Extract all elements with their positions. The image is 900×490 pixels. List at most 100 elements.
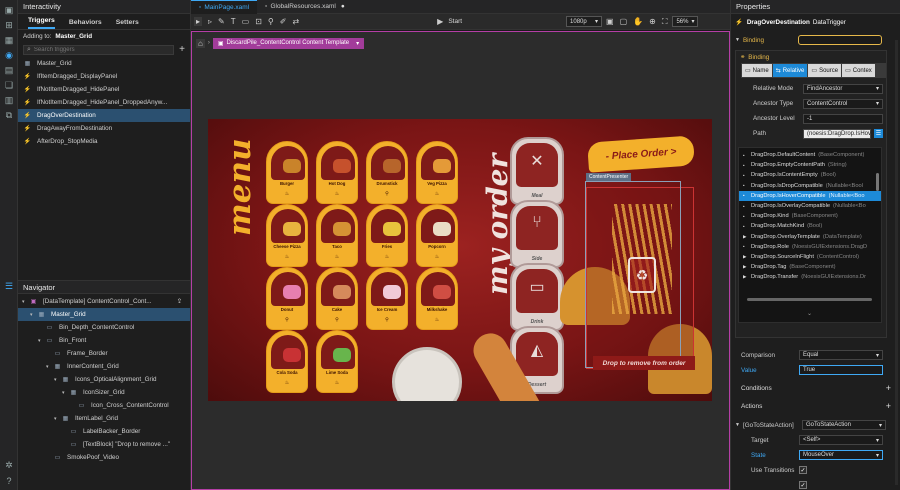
gradient-tool-icon[interactable]: ⇄ (292, 17, 299, 26)
order-tile[interactable]: ✕ Meal (510, 137, 564, 205)
tab-setters[interactable]: Setters (116, 19, 139, 29)
layers-icon[interactable]: ▥ (0, 93, 18, 108)
play-icon[interactable]: ▶ (437, 17, 443, 26)
menu-tile[interactable]: Cake ⚲ (316, 267, 358, 330)
menu-tile[interactable]: Taco ♨ (316, 204, 358, 267)
bug-icon[interactable]: ✲ (0, 458, 18, 473)
menu-tile[interactable]: Drumstick ⚲ (366, 141, 408, 204)
expand-icon[interactable]: ▾ (54, 416, 61, 422)
property-item[interactable]: ▶ DragDrop.SourceInFlight (ContentControl) (739, 252, 881, 262)
navigator-item[interactable]: ▾ ▦ ItemLabel_Grid (18, 412, 190, 425)
property-item[interactable]: • DragDrop.IsHoverCompatible (Nullable<Boo (739, 190, 881, 201)
menu-tile[interactable]: Cheese Pizza ♨ (266, 204, 308, 267)
trigger-item[interactable]: ⚡ IfNotItemDragged_HidePanel (18, 83, 190, 96)
order-tile[interactable]: ▭ Drink (510, 263, 564, 331)
property-item[interactable]: • DragDrop.EmptyContentPath (String) (739, 160, 881, 170)
tab-source[interactable]: ▭ Source (808, 64, 842, 77)
second-checkbox[interactable]: ✓ (799, 481, 807, 489)
pan-hand-icon[interactable]: ✋ (633, 17, 643, 26)
menu-tile[interactable]: Cola Soda ♨ (266, 330, 308, 393)
trigger-item[interactable]: ⚡ IfItemDragged_DisplayPanel (18, 70, 190, 83)
expand-icon[interactable]: ▾ (30, 312, 37, 318)
menu-tile[interactable]: Hot Dog ♨ (316, 141, 358, 204)
screen-icon[interactable]: ▣ (0, 3, 18, 18)
add-trigger-icon[interactable]: + (179, 44, 185, 55)
tab-context[interactable]: ▭ Contex (842, 64, 875, 77)
property-item[interactable]: • DragDrop.Kind (BaseComponent) (739, 211, 881, 221)
interactivity-icon[interactable]: ◉ (0, 48, 18, 63)
menu-tile[interactable]: Milkshake ♨ (416, 267, 458, 330)
properties-scrollbar[interactable] (895, 40, 898, 485)
property-item[interactable]: • DragDrop.DefaultContent (BaseComponent) (739, 150, 881, 160)
navigator-item[interactable]: ▾ ▦ IconSizer_Grid (18, 386, 190, 399)
navigator-item[interactable]: ▾ ▭ Bin_Front (18, 334, 190, 347)
menu-tile[interactable]: Donut ⚲ (266, 267, 308, 330)
property-item[interactable]: • DragDrop.IsContentEmpty (Bool) (739, 170, 881, 180)
start-button[interactable]: Start (448, 18, 462, 25)
rect-tool-icon[interactable]: ▭ (242, 17, 250, 26)
binding-value-box[interactable] (798, 35, 882, 45)
chevron-down-icon[interactable]: ▼ (735, 422, 740, 428)
grid-icon[interactable]: ▦ (0, 33, 18, 48)
trigger-item[interactable]: ⚡ IfNotItemDragged_HidePanel_DroppedAnyw.… (18, 96, 190, 109)
eyedropper-icon[interactable]: ✐ (280, 17, 287, 26)
navigator-item[interactable]: ▾ ▦ Icons_OpticalAlignment_Grid (18, 373, 190, 386)
menu-tile[interactable]: Popcorn ♨ (416, 204, 458, 267)
chevron-down-icon[interactable]: ⌄ (807, 310, 812, 317)
comparison-select[interactable]: Equal ▾ (799, 350, 883, 360)
navigator-icon[interactable]: ☰ (0, 279, 18, 294)
transform-tool-icon[interactable]: ⊡ (255, 17, 262, 26)
content-presenter-selection[interactable] (585, 181, 681, 368)
trigger-item[interactable]: ▦ Master_Grid (18, 57, 190, 70)
path-input[interactable]: (noesis:DragDrop.IsHove (803, 128, 874, 139)
paint-tool-icon[interactable]: ⚲ (268, 17, 274, 26)
field-input[interactable]: ContentControl ▾ (803, 98, 883, 109)
expand-icon[interactable]: ▾ (54, 377, 61, 383)
navigator-item[interactable]: ▭ LabelBacker_Border (18, 425, 190, 438)
menu-tile[interactable]: Burger ♨ (266, 141, 308, 204)
preview-icon[interactable]: ▢ (620, 17, 628, 26)
help-icon[interactable]: ? (0, 473, 18, 488)
text-tool-icon[interactable]: T (231, 17, 236, 26)
trigger-item[interactable]: ⚡ DragOverDestination (18, 109, 190, 122)
property-item[interactable]: • DragDrop.MatchKind (Bool) (739, 221, 881, 231)
expand-icon[interactable]: ▾ (22, 299, 29, 305)
add-action-icon[interactable]: + (886, 401, 891, 411)
zoom-select[interactable]: 56% ▾ (672, 16, 699, 27)
export-icon[interactable]: ⇪ (177, 298, 182, 305)
home-icon[interactable]: ⌂ (196, 38, 205, 48)
add-condition-icon[interactable]: + (886, 383, 891, 393)
navigator-item[interactable]: ▭ Icon_Cross_ContentControl (18, 399, 190, 412)
use-transitions-checkbox[interactable]: ✓ (799, 466, 807, 474)
scrollbar-thumb[interactable] (876, 173, 879, 191)
pen-tool-icon[interactable]: ✎ (218, 17, 225, 26)
property-item[interactable]: ▶ DragDrop.Tag (BaseComponent) (739, 262, 881, 272)
value-input[interactable]: True (799, 365, 883, 375)
menu-tile[interactable]: Fries ♨ (366, 204, 408, 267)
navigator-item[interactable]: ▭ [TextBlock] "Drop to remove ..." (18, 438, 190, 451)
search-triggers-input[interactable] (33, 46, 144, 53)
direct-select-icon[interactable]: ▹ (208, 17, 212, 26)
trigger-item[interactable]: ⚡ DragAwayFromDestination (18, 122, 190, 135)
tab-triggers[interactable]: Triggers (28, 17, 55, 29)
horizontal-scrollbar[interactable] (747, 298, 872, 301)
navigator-item[interactable]: ▾ ▦ Master_Grid (18, 308, 190, 321)
design-canvas[interactable]: ⌂ › ▣ DiscardPile_ContentControl Content… (191, 31, 730, 490)
property-item[interactable]: • DragDrop.Role (NoesisGUIExtensions.DragD (739, 242, 881, 252)
property-item[interactable]: • DragDrop.IsDropCompatible (Nullable<Bool (739, 181, 881, 191)
property-item[interactable]: ▶ DragDrop.OverlayTemplate (DataTemplate) (739, 232, 881, 242)
menu-tile[interactable]: Ice Cream ⚲ (366, 267, 408, 330)
menu-tile[interactable]: Lime Soda ♨ (316, 330, 358, 393)
zoom-in-icon[interactable]: ⊕ (649, 17, 656, 26)
tab-behaviors[interactable]: Behaviors (69, 19, 102, 29)
navigator-item[interactable]: ▭ Frame_Border (18, 347, 190, 360)
list-icon[interactable]: ☰ (874, 129, 883, 138)
navigator-item[interactable]: ▾ ▦ InnerContent_Grid (18, 360, 190, 373)
tab-relative[interactable]: ⇆ Relative (772, 64, 808, 77)
expand-icon[interactable]: ▾ (46, 364, 53, 370)
film-icon[interactable]: ▤ (0, 63, 18, 78)
navigator-item[interactable]: ▭ Bin_Depth_ContentControl (18, 321, 190, 334)
copy-icon[interactable]: ⧉ (0, 108, 18, 123)
fit-screen-icon[interactable]: ⛶ (662, 17, 668, 27)
state-select[interactable]: MouseOver ▾ (799, 450, 883, 460)
